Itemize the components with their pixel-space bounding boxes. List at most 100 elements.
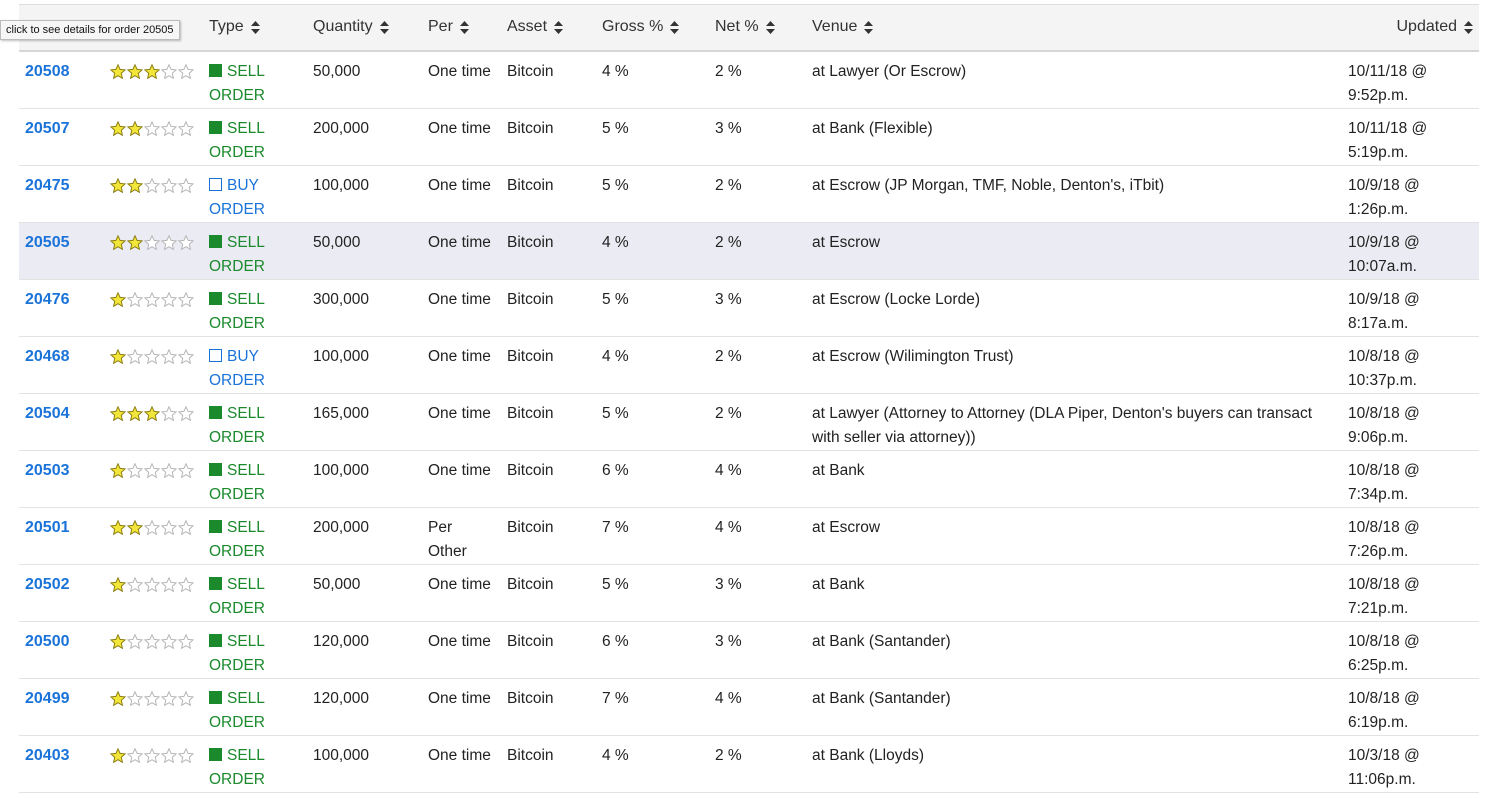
order-type-suffix: ORDER (209, 143, 265, 161)
asset-cell: Bitcoin (507, 62, 554, 80)
table-row[interactable]: 20504 SELL ORDER 165,000 One time Bitcoin 5 % 2… (19, 393, 1479, 450)
order-id-cell: 20508 (19, 51, 104, 109)
sort-icon[interactable] (765, 20, 775, 34)
order-id-cell: 20503 (19, 450, 104, 507)
per-cell: One time (428, 575, 491, 593)
order-id-link[interactable]: 20504 (25, 405, 70, 422)
header-quantity[interactable]: Quantity (307, 5, 422, 51)
star-filled-icon (110, 177, 126, 193)
rating-cell (104, 165, 203, 222)
column-label: Per (428, 18, 453, 36)
sort-icon[interactable] (459, 20, 469, 34)
net-percent-cell: 2 % (715, 404, 742, 422)
table-row[interactable]: 20500 SELL ORDER 120,000 One time Bitcoin 6 % 3… (19, 621, 1479, 678)
quantity-cell: 100,000 (313, 347, 370, 365)
order-id-link[interactable]: 20499 (25, 690, 70, 707)
header-per[interactable]: Per (422, 5, 501, 51)
order-id-link[interactable]: 20505 (25, 234, 70, 251)
order-id-link[interactable]: 20503 (25, 462, 70, 479)
order-id-link[interactable]: 20501 (25, 519, 70, 536)
per-cell: One time (428, 689, 491, 707)
order-type-suffix: ORDER (209, 770, 265, 788)
order-id-link[interactable]: 20476 (25, 291, 70, 308)
header-asset[interactable]: Asset (501, 5, 596, 51)
net-percent-cell: 3 % (715, 632, 742, 650)
order-id-cell: 20475 (19, 165, 104, 222)
header-updated[interactable]: Updated (1342, 5, 1479, 51)
sort-icon[interactable] (250, 20, 260, 34)
sort-icon[interactable] (379, 20, 389, 34)
venue-cell: at Bank (Lloyds) (812, 746, 924, 764)
order-type-cell: SELL ORDER (203, 735, 307, 792)
order-id-link[interactable]: 20468 (25, 348, 70, 365)
asset-cell: Bitcoin (507, 404, 554, 422)
star-empty-icon (178, 633, 194, 649)
updated-cell: 10/11/18 @ 9:52p.m. (1342, 51, 1479, 109)
star-filled-icon (127, 120, 143, 136)
star-filled-icon (127, 177, 143, 193)
order-id-cell: 20502 (19, 564, 104, 621)
rating-cell (104, 279, 203, 336)
table-row[interactable]: 20403 SELL ORDER 100,000 One time Bitcoin 4 % 2… (19, 735, 1479, 792)
table-row[interactable]: 20475 BUY ORDER 100,000 One time Bitcoin 5 % 2 … (19, 165, 1479, 222)
star-rating (110, 519, 197, 535)
table-row[interactable]: 20468 BUY ORDER 100,000 One time Bitcoin 4 % 2 … (19, 336, 1479, 393)
per-cell: One time (428, 461, 491, 479)
table-row[interactable]: 20476 SELL ORDER 300,000 One time Bitcoin 5 % 3… (19, 279, 1479, 336)
order-type-badge: BUY ORDER (209, 174, 301, 222)
per-cell: One time (428, 62, 491, 80)
updated-cell: 10/9/18 @ 1:26p.m. (1342, 165, 1479, 222)
quantity-cell: 50,000 (313, 62, 361, 80)
header-type[interactable]: Type (203, 5, 307, 51)
table-row[interactable]: 20499 SELL ORDER 120,000 One time Bitcoin 7 % 4… (19, 678, 1479, 735)
table-row[interactable]: 20501 SELL ORDER 200,000 Per Other Bitcoin 7 %… (19, 507, 1479, 564)
updated-cell: 10/8/18 @ 7:21p.m. (1342, 564, 1479, 621)
order-type-cell: BUY ORDER (203, 336, 307, 393)
rating-cell (104, 678, 203, 735)
rating-cell (104, 336, 203, 393)
order-id-cell: 20505 (19, 222, 104, 279)
column-label: Updated (1396, 18, 1458, 36)
venue-cell: at Bank (812, 575, 865, 593)
table-row[interactable]: 20507 SELL ORDER 200,000 One time Bitcoin 5 % 3… (19, 108, 1479, 165)
header-gross[interactable]: Gross % (596, 5, 709, 51)
updated-date: 10/9/18 @ (1348, 176, 1420, 194)
sort-icon[interactable] (864, 20, 874, 34)
star-empty-icon (178, 234, 194, 250)
updated-time: 1:26p.m. (1348, 200, 1409, 218)
net-percent-cell: 3 % (715, 290, 742, 308)
order-id-link[interactable]: 20502 (25, 576, 70, 593)
header-net[interactable]: Net % (709, 5, 806, 51)
sort-icon[interactable] (554, 20, 564, 34)
net-percent-cell: 2 % (715, 347, 742, 365)
star-empty-icon (161, 747, 177, 763)
star-empty-icon (178, 291, 194, 307)
gross-percent-cell: 5 % (602, 404, 629, 422)
table-row[interactable]: 20503 SELL ORDER 100,000 One time Bitcoin 6 % 4… (19, 450, 1479, 507)
quantity-cell: 50,000 (313, 575, 361, 593)
order-id-link[interactable]: 20403 (25, 747, 70, 764)
filled-square-icon (209, 576, 222, 590)
star-empty-icon (144, 177, 160, 193)
quantity-cell: 120,000 (313, 689, 370, 707)
filled-square-icon (209, 690, 222, 704)
star-empty-icon (144, 519, 160, 535)
table-row[interactable]: 20505 SELL ORDER 50,000 One time Bitcoin 4 % 2 … (19, 222, 1479, 279)
star-empty-icon (178, 120, 194, 136)
order-type-badge: SELL ORDER (209, 744, 301, 792)
order-type-cell: SELL ORDER (203, 279, 307, 336)
star-rating (110, 576, 197, 592)
table-row[interactable]: 20502 SELL ORDER 50,000 One time Bitcoin 5 % 3 … (19, 564, 1479, 621)
order-id-link[interactable]: 20500 (25, 633, 70, 650)
table-row[interactable]: 20508 SELL ORDER 50,000 One time Bitcoin 4 % 2 … (19, 51, 1479, 109)
header-venue[interactable]: Venue (806, 5, 1342, 51)
per-cell: One time (428, 290, 491, 308)
sort-icon[interactable] (1464, 20, 1473, 34)
sort-icon[interactable] (670, 20, 680, 34)
gross-percent-cell: 4 % (602, 62, 629, 80)
order-id-link[interactable]: 20475 (25, 177, 70, 194)
updated-date: 10/8/18 @ (1348, 461, 1420, 479)
asset-cell: Bitcoin (507, 689, 554, 707)
order-id-link[interactable]: 20507 (25, 120, 70, 137)
order-id-link[interactable]: 20508 (25, 63, 70, 80)
